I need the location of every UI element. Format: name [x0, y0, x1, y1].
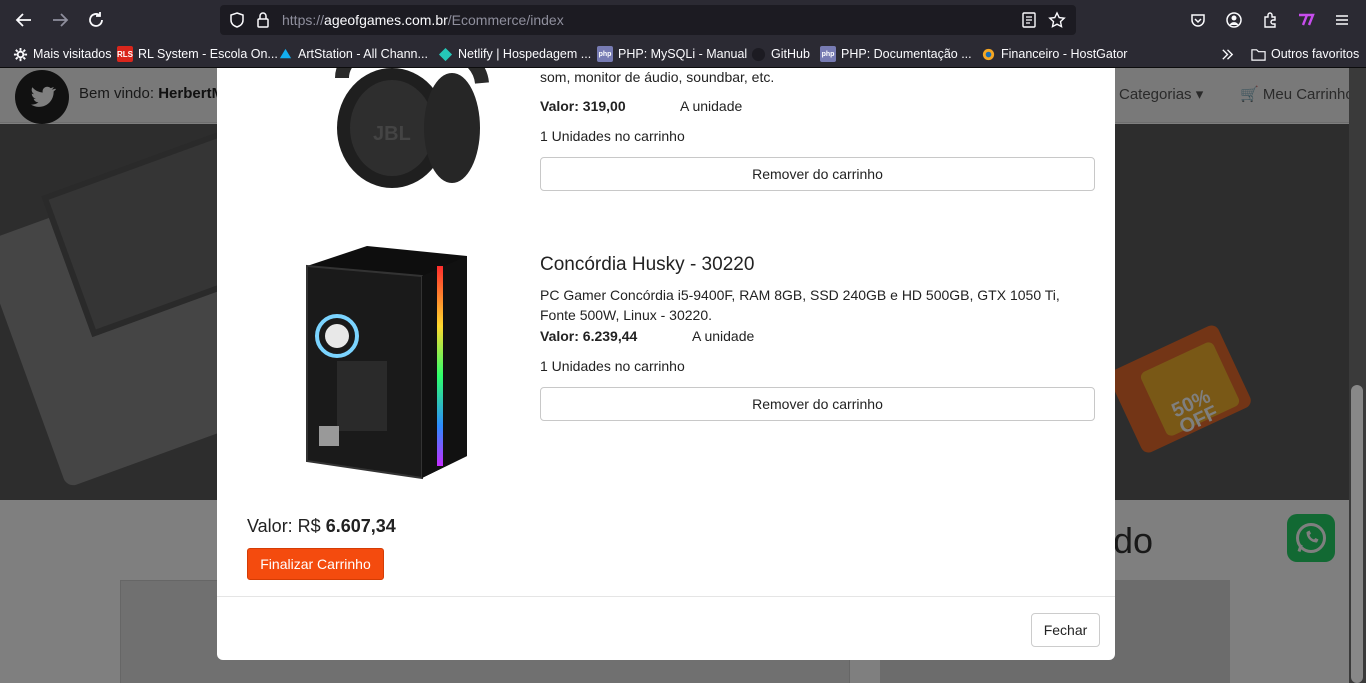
item-price-value: 319,00 [582, 98, 626, 114]
menu-button[interactable] [1328, 6, 1356, 34]
gear-icon [12, 46, 28, 62]
account-icon [1226, 12, 1242, 28]
extension-logo-icon [1299, 13, 1315, 26]
item-price-label: Valor: [540, 98, 583, 114]
github-icon [750, 46, 766, 62]
forward-arrow-icon [53, 13, 69, 27]
cart-modal: JBL som, monitor de áudio, soundbar, etc… [217, 68, 1115, 660]
bookmark-label: ArtStation - All Chann... [298, 47, 428, 61]
double-chevron-icon [1222, 48, 1234, 60]
hamburger-menu-icon [1336, 15, 1348, 25]
item-price: Valor: 319,00 [540, 98, 626, 114]
cart-item-details: som, monitor de áudio, soundbar, etc. Va… [540, 68, 1095, 218]
bookmark-github[interactable]: GitHub [750, 45, 810, 63]
item-quantity: 1 Unidades no carrinho [540, 128, 685, 144]
bookmarks-bar: Mais visitados RLS RL System - Escola On… [0, 40, 1366, 68]
reader-view-icon[interactable] [1020, 11, 1038, 29]
pocket-button[interactable] [1184, 6, 1212, 34]
bookmark-label: PHP: Documentação ... [841, 47, 972, 61]
bookmark-hostgator[interactable]: Financeiro - HostGator [980, 45, 1127, 63]
bookmark-rl-system[interactable]: RLS RL System - Escola On... [117, 45, 278, 63]
bookmark-label: Netlify | Hospedagem ... [458, 47, 592, 61]
cart-total-label: Valor: R$ [247, 516, 326, 536]
account-button[interactable] [1220, 6, 1248, 34]
address-bar[interactable]: https://ageofgames.com.br/Ecommerce/inde… [220, 5, 1076, 35]
shield-icon[interactable] [228, 11, 246, 29]
remove-from-cart-button[interactable]: Remover do carrinho [540, 157, 1095, 191]
bookmark-label: Outros favoritos [1271, 47, 1360, 61]
item-price-value: 6.239,44 [582, 328, 638, 344]
bookmark-label: GitHub [771, 47, 810, 61]
lock-icon[interactable] [254, 11, 272, 29]
item-description: PC Gamer Concórdia i5-9400F, RAM 8GB, SS… [540, 287, 1060, 323]
rls-icon: RLS [117, 46, 133, 62]
item-unit: A unidade [680, 98, 743, 114]
finalize-cart-button[interactable]: Finalizar Carrinho [247, 548, 384, 580]
extension-button[interactable] [1292, 6, 1320, 34]
bookmark-label: RL System - Escola On... [138, 47, 278, 61]
netlify-icon [437, 46, 453, 62]
item-quantity: 1 Unidades no carrinho [540, 358, 685, 374]
browser-toolbar: https://ageofgames.com.br/Ecommerce/inde… [0, 0, 1366, 40]
item-title: Concórdia Husky - 30220 [540, 254, 755, 275]
bookmark-mais-visitados[interactable]: Mais visitados [12, 45, 112, 63]
cart-item-details: Concórdia Husky - 30220 PC Gamer Concórd… [540, 228, 1095, 508]
url-text[interactable]: https://ageofgames.com.br/Ecommerce/inde… [282, 12, 564, 28]
bookmark-artstation[interactable]: ArtStation - All Chann... [277, 45, 428, 63]
folder-icon [1250, 46, 1266, 62]
close-modal-button[interactable]: Fechar [1031, 613, 1100, 647]
bookmark-php-mysqli[interactable]: php PHP: MySQLi - Manual [597, 45, 747, 63]
cart-total-value: 6.607,34 [325, 516, 396, 536]
cart-item: Concórdia Husky - 30220 PC Gamer Concórd… [217, 228, 1115, 508]
extensions-button[interactable] [1256, 6, 1284, 34]
bookmark-label: Mais visitados [33, 47, 112, 61]
cart-total: Valor: R$ 6.607,34 [247, 516, 396, 537]
product-image-pc-case [247, 236, 507, 488]
bookmark-label: PHP: MySQLi - Manual [618, 47, 748, 61]
pocket-icon [1191, 14, 1205, 27]
bookmark-php-doc[interactable]: php PHP: Documentação ... [820, 45, 972, 63]
back-button[interactable] [10, 6, 38, 34]
back-arrow-icon [15, 13, 31, 27]
item-unit: A unidade [692, 328, 755, 344]
modal-footer: Fechar [217, 596, 1115, 660]
remove-from-cart-button[interactable]: Remover do carrinho [540, 387, 1095, 421]
bookmarks-overflow-button[interactable] [1220, 45, 1235, 63]
url-path: /Ecommerce/index [447, 12, 564, 28]
reload-icon [89, 12, 103, 27]
url-prefix: https:// [282, 12, 325, 28]
puzzle-icon [1264, 12, 1276, 28]
forward-button[interactable] [46, 6, 74, 34]
php-icon: php [820, 46, 836, 62]
url-host: ageofgames.com.br [324, 12, 448, 28]
item-description: som, monitor de áudio, soundbar, etc. [540, 69, 775, 85]
item-price: Valor: 6.239,44 [540, 328, 637, 344]
jbl-logo: JBL [373, 123, 411, 145]
bookmark-star-icon[interactable] [1048, 11, 1066, 29]
hostgator-icon [980, 46, 996, 62]
cart-item: JBL som, monitor de áudio, soundbar, etc… [217, 68, 1115, 218]
bookmark-netlify[interactable]: Netlify | Hospedagem ... [437, 45, 591, 63]
reload-button[interactable] [82, 6, 110, 34]
item-price-label: Valor: [540, 328, 583, 344]
product-image-jbl-headphone: JBL [247, 68, 507, 198]
artstation-icon [277, 46, 293, 62]
scrollbar-thumb[interactable] [1351, 385, 1363, 683]
bookmark-label: Financeiro - HostGator [1001, 47, 1128, 61]
php-icon: php [597, 46, 613, 62]
bookmark-outros-favoritos[interactable]: Outros favoritos [1250, 45, 1359, 63]
